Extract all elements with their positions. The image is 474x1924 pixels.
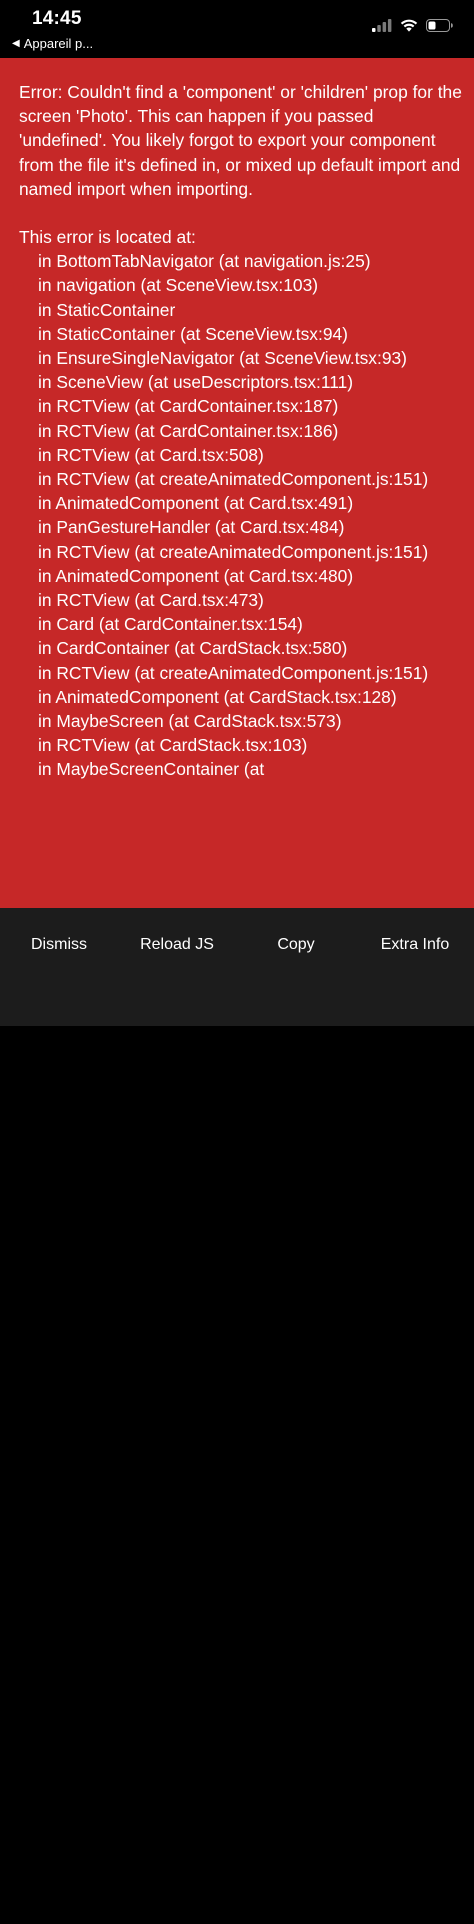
stack-line: in navigation (at SceneView.tsx:103)	[38, 275, 319, 296]
stack-line: in StaticContainer	[38, 299, 176, 320]
stack-line: in MaybeScreenContainer (at	[38, 759, 265, 780]
stack-header: This error is located at:	[19, 227, 196, 248]
stack-line: in RCTView (at createAnimatedComponent.j…	[38, 541, 429, 562]
stack-line: in AnimatedComponent (at Card.tsx:480)	[38, 565, 354, 586]
status-bar: 14:45 ◀ Appareil p...	[0, 0, 474, 58]
stack-line: in PanGestureHandler (at Card.tsx:484)	[38, 517, 345, 538]
stack-line: in BottomTabNavigator (at navigation.js:…	[38, 251, 371, 272]
redbox-content: Error: Couldn't find a 'component' or 'c…	[0, 58, 474, 782]
stack-line: in StaticContainer (at SceneView.tsx:94)	[38, 323, 348, 344]
stack-line: in RCTView (at CardStack.tsx:103)	[38, 735, 308, 756]
error-message: Error: Couldn't find a 'component' or 'c…	[19, 82, 467, 199]
back-to-app-button[interactable]: ◀ Appareil p...	[12, 36, 93, 51]
back-app-label: Appareil p...	[23, 36, 94, 51]
stack-line: in Card (at CardContainer.tsx:154)	[38, 614, 303, 635]
extra-info-button[interactable]: Extra Info	[356, 908, 474, 982]
error-redbox: Error: Couldn't find a 'component' or 'c…	[0, 58, 474, 908]
stack-line: in AnimatedComponent (at Card.tsx:491)	[38, 493, 354, 514]
status-icons	[372, 19, 454, 32]
dismiss-button[interactable]: Dismiss	[0, 908, 118, 982]
stack-line: in SceneView (at useDescriptors.tsx:111)	[38, 372, 354, 393]
copy-button[interactable]: Copy	[236, 908, 356, 982]
stack-line: in MaybeScreen (at CardStack.tsx:573)	[38, 711, 342, 732]
stack-line: in AnimatedComponent (at CardStack.tsx:1…	[38, 686, 397, 707]
stack-line: in EnsureSingleNavigator (at SceneView.t…	[38, 348, 407, 369]
wifi-icon	[400, 19, 418, 32]
stack-trace-list: in BottomTabNavigator (at navigation.js:…	[19, 249, 462, 781]
signal-bars-icon	[372, 19, 392, 32]
stack-line: in CardContainer (at CardStack.tsx:580)	[38, 638, 348, 659]
stack-line: in RCTView (at CardContainer.tsx:186)	[38, 420, 339, 441]
stack-line: in RCTView (at Card.tsx:473)	[38, 590, 264, 611]
stack-line: in RCTView (at createAnimatedComponent.j…	[38, 662, 429, 683]
reload-js-button[interactable]: Reload JS	[118, 908, 236, 982]
status-time: 14:45	[32, 8, 82, 29]
stack-line: in RCTView (at Card.tsx:508)	[38, 444, 264, 465]
stack-line: in RCTView (at CardContainer.tsx:187)	[38, 396, 339, 417]
back-triangle-icon: ◀	[12, 37, 20, 49]
stack-line: in RCTView (at createAnimatedComponent.j…	[38, 469, 429, 490]
battery-icon	[426, 19, 453, 32]
redbox-button-bar: Dismiss Reload JS Copy Extra Info	[0, 908, 474, 1026]
